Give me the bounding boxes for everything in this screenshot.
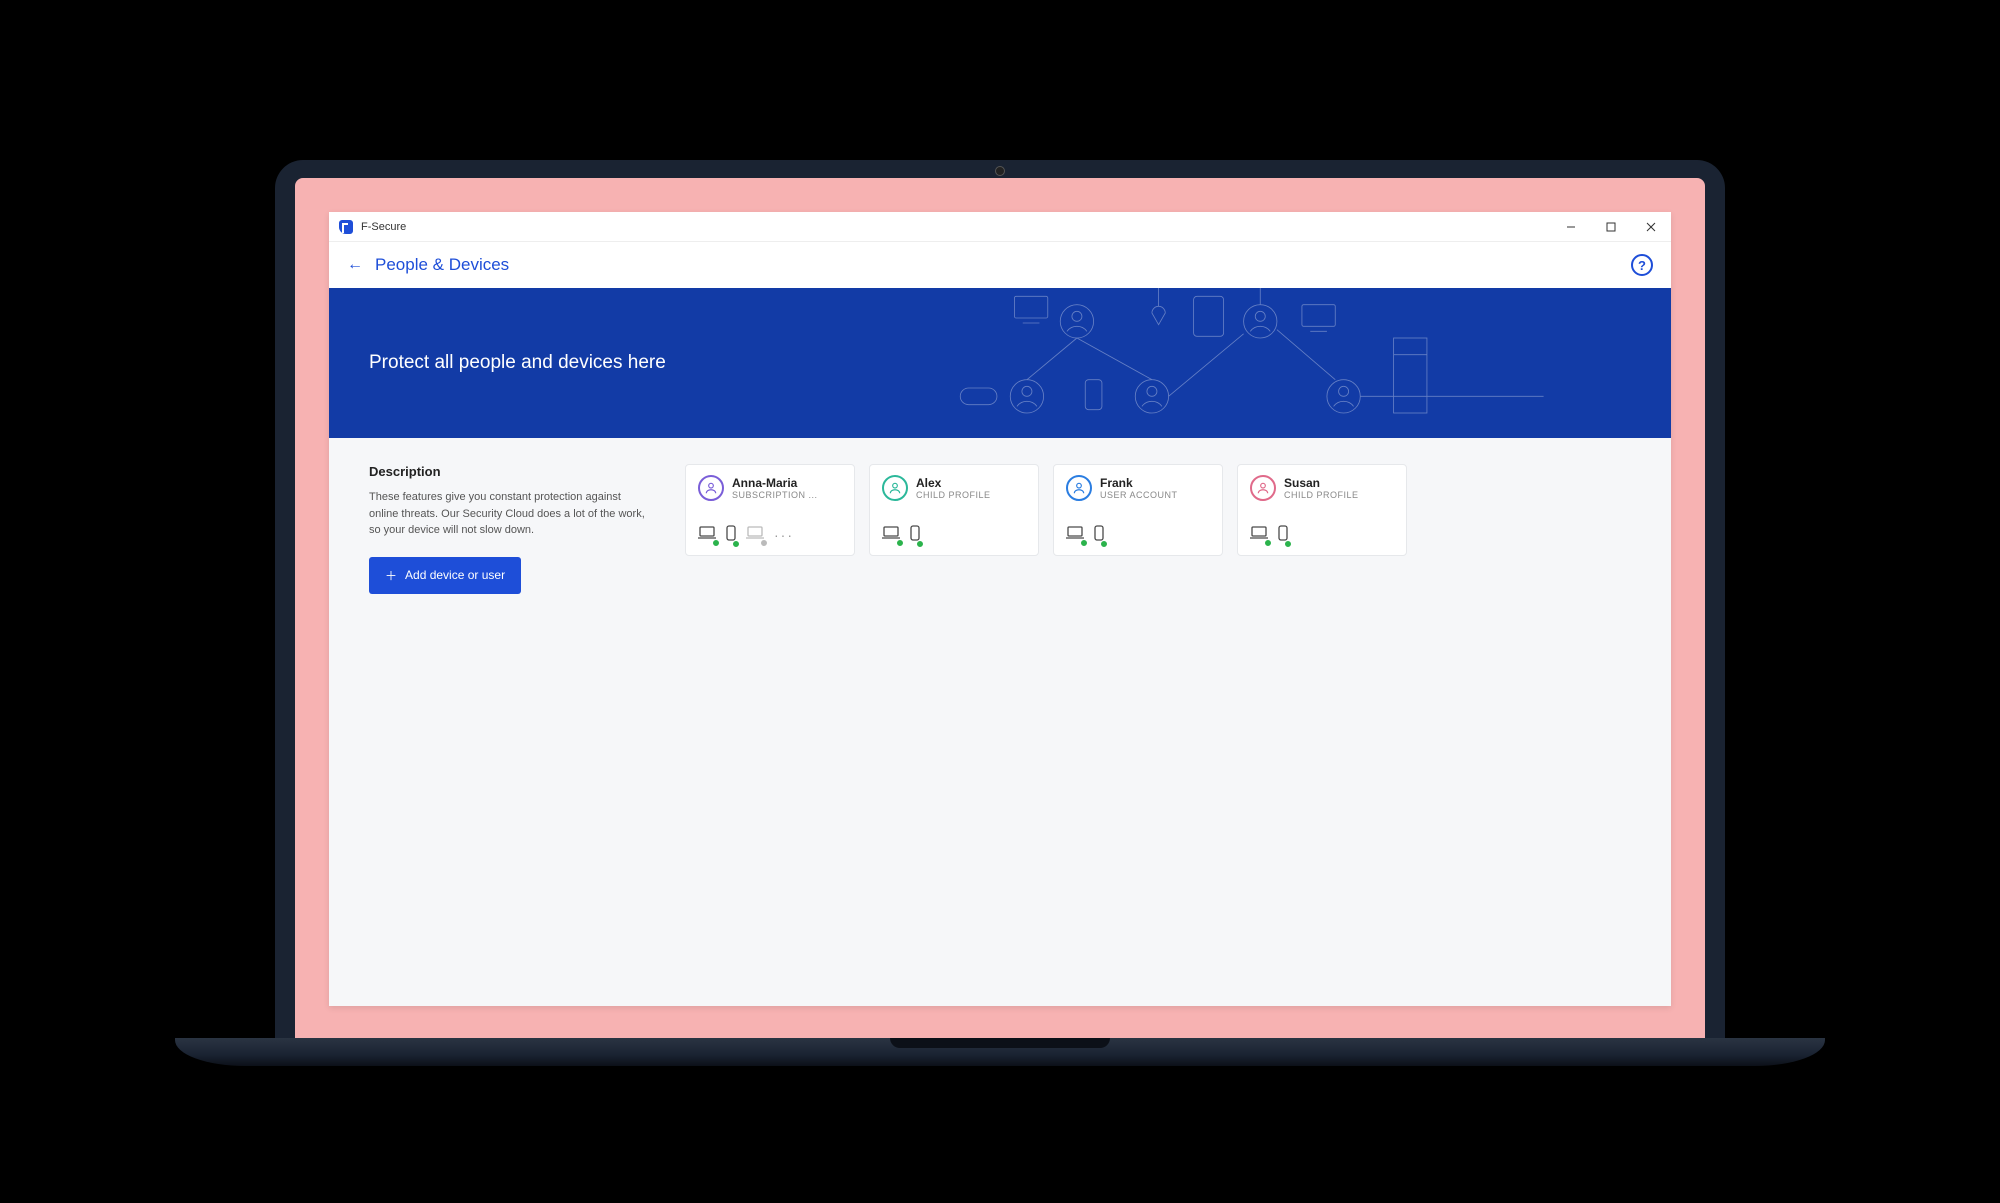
window-controls bbox=[1551, 212, 1671, 242]
card-header: AlexCHILD PROFILE bbox=[882, 475, 1026, 501]
avatar-icon bbox=[1250, 475, 1276, 501]
person-card[interactable]: SusanCHILD PROFILE bbox=[1237, 464, 1407, 556]
camera-dot bbox=[995, 166, 1005, 176]
phone-icon bbox=[1278, 525, 1288, 545]
banner-illustration bbox=[866, 288, 1671, 438]
laptop-icon bbox=[698, 526, 716, 544]
page-title: People & Devices bbox=[375, 255, 509, 275]
content-area: Description These features give you cons… bbox=[329, 438, 1671, 1006]
avatar-icon bbox=[698, 475, 724, 501]
fsecure-logo-icon bbox=[339, 220, 353, 234]
laptop-icon bbox=[746, 526, 764, 544]
close-icon bbox=[1646, 222, 1656, 232]
device-row: ··· bbox=[698, 525, 842, 545]
person-name: Alex bbox=[916, 476, 991, 490]
back-arrow-icon[interactable]: ← bbox=[347, 256, 363, 274]
person-role: SUBSCRIPTION ... bbox=[732, 490, 818, 500]
card-header: FrankUSER ACCOUNT bbox=[1066, 475, 1210, 501]
maximize-icon bbox=[1606, 222, 1616, 232]
person-role: USER ACCOUNT bbox=[1100, 490, 1178, 500]
card-header: Anna-MariaSUBSCRIPTION ... bbox=[698, 475, 842, 501]
person-card[interactable]: AlexCHILD PROFILE bbox=[869, 464, 1039, 556]
person-name: Anna-Maria bbox=[732, 476, 818, 490]
phone-icon bbox=[726, 525, 736, 545]
person-card[interactable]: Anna-MariaSUBSCRIPTION ... ··· bbox=[685, 464, 855, 556]
person-name: Frank bbox=[1100, 476, 1178, 490]
laptop-base bbox=[175, 1038, 1825, 1066]
window-titlebar: F-Secure bbox=[329, 212, 1671, 242]
banner-title: Protect all people and devices here bbox=[369, 352, 666, 374]
plus-icon: ＋ bbox=[385, 567, 397, 584]
minimize-button[interactable] bbox=[1551, 212, 1591, 242]
avatar-icon bbox=[1066, 475, 1092, 501]
add-device-or-user-button[interactable]: ＋ Add device or user bbox=[369, 557, 521, 594]
page-header: ← People & Devices ? bbox=[329, 242, 1671, 288]
person-role: CHILD PROFILE bbox=[1284, 490, 1359, 500]
more-devices-icon[interactable]: ··· bbox=[774, 527, 794, 543]
close-button[interactable] bbox=[1631, 212, 1671, 242]
laptop-icon bbox=[882, 526, 900, 544]
minimize-icon bbox=[1566, 222, 1576, 232]
laptop-screen: F-Secure ← People & Devices ? bbox=[295, 178, 1705, 1040]
laptop-icon bbox=[1066, 526, 1084, 544]
window-title: F-Secure bbox=[361, 221, 406, 233]
device-row bbox=[1250, 525, 1394, 545]
description-text: These features give you constant protect… bbox=[369, 489, 649, 539]
phone-icon bbox=[910, 525, 920, 545]
person-role: CHILD PROFILE bbox=[916, 490, 991, 500]
device-row bbox=[882, 525, 1026, 545]
app-window: F-Secure ← People & Devices ? bbox=[329, 212, 1671, 1006]
maximize-button[interactable] bbox=[1591, 212, 1631, 242]
description-panel: Description These features give you cons… bbox=[369, 464, 649, 980]
hero-banner: Protect all people and devices here bbox=[329, 288, 1671, 438]
phone-icon bbox=[1094, 525, 1104, 545]
add-button-label: Add device or user bbox=[405, 568, 505, 582]
laptop-icon bbox=[1250, 526, 1268, 544]
description-heading: Description bbox=[369, 464, 649, 479]
person-name: Susan bbox=[1284, 476, 1359, 490]
laptop-bezel: F-Secure ← People & Devices ? bbox=[275, 160, 1725, 1040]
avatar-icon bbox=[882, 475, 908, 501]
device-row bbox=[1066, 525, 1210, 545]
people-cards-row: Anna-MariaSUBSCRIPTION ...···AlexCHILD P… bbox=[685, 464, 1631, 980]
person-card[interactable]: FrankUSER ACCOUNT bbox=[1053, 464, 1223, 556]
help-button[interactable]: ? bbox=[1631, 254, 1653, 276]
card-header: SusanCHILD PROFILE bbox=[1250, 475, 1394, 501]
